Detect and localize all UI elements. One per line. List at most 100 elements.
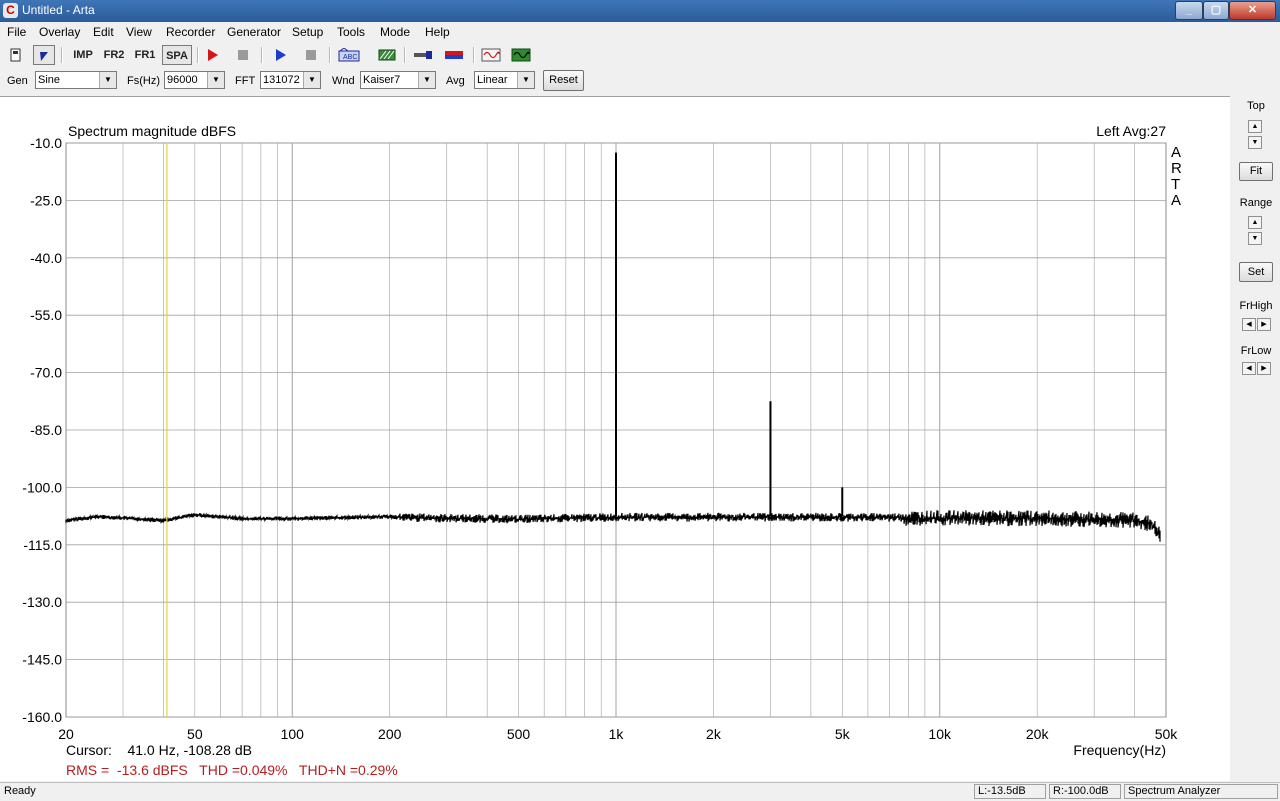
y-tick-label: -160.0 — [22, 709, 62, 725]
avg-select[interactable]: Linear ▼ — [474, 71, 535, 89]
spectrum-trace — [65, 510, 1161, 542]
toolbar-separator — [404, 47, 406, 63]
y-tick-label: -55.0 — [30, 307, 62, 323]
x-axis-label: Frequency(Hz) — [1073, 742, 1166, 758]
menu-overlay[interactable]: Overlay — [39, 25, 80, 39]
fs-label: Fs(Hz) — [127, 75, 160, 87]
level-meter-icon[interactable] — [442, 45, 466, 65]
range-up-icon[interactable]: ▲ — [1248, 216, 1262, 229]
chevron-down-icon[interactable]: ▼ — [303, 72, 320, 88]
range-label: Range — [1239, 197, 1273, 209]
toolbar-separator — [329, 47, 331, 63]
chevron-down-icon[interactable]: ▼ — [517, 72, 534, 88]
new-icon[interactable] — [5, 45, 27, 65]
chevron-down-icon[interactable]: ▼ — [207, 72, 224, 88]
watermark-letter: A — [1171, 192, 1181, 209]
x-tick-label: 200 — [378, 726, 402, 742]
fs-select-value: 96000 — [167, 74, 198, 86]
title-bar[interactable]: C Untitled - Arta _ ▢ ✕ — [0, 0, 1280, 22]
y-tick-label: -70.0 — [30, 365, 62, 381]
arta-icon[interactable]: C — [3, 3, 18, 18]
mode-indicator: Spectrum Analyzer — [1124, 784, 1278, 799]
status-bar: Ready L:-13.5dB R:-100.0dB Spectrum Anal… — [0, 782, 1280, 801]
y-tick-label: -85.0 — [30, 422, 62, 438]
menu-recorder[interactable]: Recorder — [166, 25, 215, 39]
fft-select-value: 131072 — [263, 74, 300, 86]
frhigh-right-icon[interactable]: ▶ — [1257, 318, 1271, 331]
impulse-mode-icon[interactable]: IMP — [70, 45, 96, 65]
x-tick-label: 500 — [507, 726, 531, 742]
spectrum-plot-panel[interactable]: Spectrum magnitude dBFS Left Avg:27 A R … — [0, 96, 1230, 781]
maximize-icon[interactable]: ▢ — [1203, 1, 1229, 20]
chevron-down-icon[interactable]: ▼ — [99, 72, 116, 88]
frhigh-label: FrHigh — [1239, 300, 1273, 312]
toolbar-separator — [261, 47, 263, 63]
close-icon[interactable]: ✕ — [1229, 1, 1276, 20]
y-tick-label: -115.0 — [23, 537, 62, 553]
menu-help[interactable]: Help — [425, 25, 450, 39]
menu-edit[interactable]: Edit — [93, 25, 114, 39]
window-title: Untitled - Arta — [22, 3, 95, 17]
minimize-icon[interactable]: _ — [1175, 1, 1203, 20]
menu-file[interactable]: File — [7, 25, 26, 39]
menu-mode[interactable]: Mode — [380, 25, 410, 39]
hatch-icon[interactable] — [376, 45, 398, 65]
scale-control-panel: Top ▲ ▼ Fit Range ▲ ▼ Set FrHigh ◀ ▶ FrL… — [1232, 96, 1280, 780]
frlow-right-icon[interactable]: ▶ — [1257, 362, 1271, 375]
fft-label: FFT — [235, 75, 256, 87]
play-icon[interactable] — [270, 45, 292, 65]
frlow-left-icon[interactable]: ◀ — [1242, 362, 1256, 375]
toolbar: IMP FR2 FR1 SPA ABC — [0, 43, 1280, 67]
toolbar-separator — [61, 47, 63, 63]
chevron-down-icon[interactable]: ▼ — [418, 72, 435, 88]
fft-select[interactable]: 131072 ▼ — [260, 71, 321, 89]
gen-select[interactable]: Sine ▼ — [35, 71, 117, 89]
menu-bar: File Overlay Edit View Recorder Generato… — [0, 22, 1280, 42]
set-button[interactable]: Set — [1239, 262, 1273, 282]
fit-button[interactable]: Fit — [1239, 162, 1273, 181]
record-icon[interactable] — [202, 45, 224, 65]
toolbar-separator — [197, 47, 199, 63]
probe-icon[interactable] — [412, 45, 434, 65]
fr1-mode-icon[interactable]: FR1 — [132, 45, 158, 65]
menu-setup[interactable]: Setup — [292, 25, 323, 39]
left-level: L:-13.5dB — [974, 784, 1046, 799]
y-tick-label: -145.0 — [22, 652, 62, 668]
scope-icon[interactable] — [480, 45, 502, 65]
right-level: R:-100.0dB — [1049, 784, 1121, 799]
y-tick-label: -40.0 — [30, 250, 62, 266]
fs-select[interactable]: 96000 ▼ — [164, 71, 225, 89]
spectrum-mode-icon[interactable]: SPA — [162, 45, 192, 65]
avg-label: Avg — [446, 75, 465, 87]
window-select[interactable]: Kaiser7 ▼ — [360, 71, 436, 89]
y-tick-label: -130.0 — [22, 594, 62, 610]
spectrum-chart[interactable]: Spectrum magnitude dBFS Left Avg:27 A R … — [0, 97, 1230, 781]
generator-controls: Gen Sine ▼ Fs(Hz) 96000 ▼ FFT 131072 ▼ W… — [0, 68, 1280, 94]
cursor-readout: Cursor: 41.0 Hz, -108.28 dB — [66, 742, 252, 758]
reset-button[interactable]: Reset — [543, 70, 584, 91]
range-down-icon[interactable]: ▼ — [1248, 232, 1262, 245]
x-tick-label: 1k — [609, 726, 625, 742]
menu-view[interactable]: View — [126, 25, 152, 39]
thd-results: RMS = -13.6 dBFS THD =0.049% THD+N =0.29… — [66, 762, 398, 778]
cursor-icon[interactable] — [33, 45, 55, 65]
generator-icon[interactable] — [510, 45, 532, 65]
menu-tools[interactable]: Tools — [337, 25, 365, 39]
stop-play-icon[interactable] — [300, 45, 322, 65]
status-ready: Ready — [4, 785, 36, 797]
top-down-icon[interactable]: ▼ — [1248, 136, 1262, 149]
menu-generator[interactable]: Generator — [227, 25, 281, 39]
frlow-label: FrLow — [1240, 345, 1272, 357]
x-tick-label: 20 — [58, 726, 74, 742]
frhigh-left-icon[interactable]: ◀ — [1242, 318, 1256, 331]
gen-select-value: Sine — [38, 74, 61, 86]
stop-record-icon[interactable] — [232, 45, 254, 65]
x-tick-label: 20k — [1026, 726, 1050, 742]
top-up-icon[interactable]: ▲ — [1248, 120, 1262, 133]
toolbar-separator — [473, 47, 475, 63]
x-tick-label: 10k — [928, 726, 952, 742]
x-tick-label: 50 — [187, 726, 203, 742]
gen-label: Gen — [7, 75, 28, 87]
fr2-mode-icon[interactable]: FR2 — [101, 45, 127, 65]
abc-icon[interactable]: ABC — [336, 45, 362, 65]
